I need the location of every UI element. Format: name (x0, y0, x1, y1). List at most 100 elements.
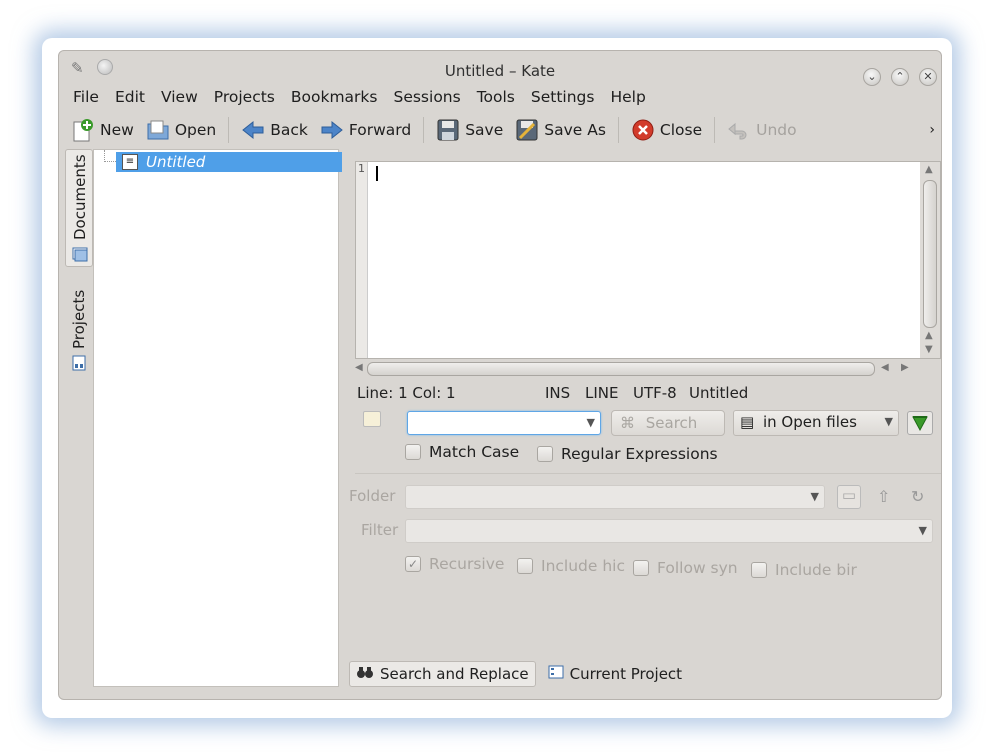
recursive-checkbox[interactable]: ✓ Recursive (405, 555, 504, 573)
new-document-icon (71, 118, 95, 142)
close-window-icon[interactable]: ✕ (919, 68, 937, 86)
documents-icon (72, 246, 88, 262)
menu-bookmarks[interactable]: Bookmarks (283, 83, 386, 111)
cursor-position[interactable]: Line: 1 Col: 1 (357, 381, 456, 405)
include-binary-checkbox[interactable]: Include bir (751, 561, 857, 579)
expand-options-button[interactable] (907, 411, 933, 435)
divider (355, 473, 941, 474)
save-as-icon (515, 118, 539, 142)
scroll-right-icon[interactable]: ▶ (901, 362, 909, 373)
chevron-down-icon[interactable]: ▼ (919, 520, 927, 542)
folder-up-icon[interactable]: ⇧ (877, 487, 890, 506)
toolbar-separator (714, 117, 716, 143)
folder-label: Folder (349, 487, 396, 505)
new-button[interactable]: New (65, 114, 140, 146)
file-name: Untitled (689, 384, 749, 402)
vertical-scrollbar[interactable]: ▲ ▲ ▼ (920, 162, 940, 358)
text-file-icon: ≡ (122, 154, 138, 170)
menu-edit[interactable]: Edit (107, 83, 153, 111)
menu-bar: File Edit View Projects Bookmarks Sessio… (65, 83, 654, 111)
editor-view[interactable]: 1 ▲ ▲ ▼ (355, 161, 941, 359)
folder-icon: ▭ (841, 486, 857, 504)
menu-help[interactable]: Help (602, 83, 653, 111)
chevron-down-icon[interactable]: ▼ (885, 411, 893, 433)
text-cursor (376, 166, 378, 181)
scroll-up-small-icon[interactable]: ▲ (925, 330, 933, 341)
line-number: 1 (358, 162, 365, 175)
filter-label: Filter (361, 521, 399, 539)
menu-settings[interactable]: Settings (523, 83, 603, 111)
green-arrow-down-icon (912, 416, 928, 432)
browse-folder-button[interactable]: ▭ (837, 485, 861, 509)
binoculars-icon: ⌘ (620, 414, 635, 432)
horizontal-scroll-thumb[interactable] (367, 362, 875, 376)
document-list-panel: ≡ Untitled (93, 149, 342, 687)
window-title: Untitled – Kate (444, 62, 556, 80)
toolbar-overflow-button[interactable]: › (923, 114, 937, 146)
menu-projects[interactable]: Projects (206, 83, 283, 111)
folder-input[interactable]: ▼ (405, 485, 825, 509)
new-search-tab-icon[interactable] (363, 411, 381, 427)
include-hidden-checkbox[interactable]: Include hic (517, 557, 625, 575)
forward-arrow-icon (320, 118, 344, 142)
search-input[interactable]: ▼ (407, 411, 601, 435)
chevron-down-icon[interactable]: ▼ (587, 412, 595, 434)
open-button[interactable]: Open (140, 114, 222, 146)
toolbar-separator (617, 117, 619, 143)
save-disk-icon (436, 118, 460, 142)
back-arrow-icon (241, 118, 265, 142)
save-as-button[interactable]: Save As (509, 114, 612, 146)
main-toolbar: New Open Back Forward Save Save As Close… (65, 113, 937, 147)
line-number-gutter: 1 (356, 162, 368, 358)
tab-search-and-replace[interactable]: Search and Replace (349, 661, 536, 687)
menu-sessions[interactable]: Sessions (385, 83, 468, 111)
projects-icon (71, 355, 87, 371)
toolbar-separator (228, 117, 230, 143)
title-bar[interactable]: ✎ Untitled – Kate ⌄ ⌃ ✕ (59, 51, 941, 86)
sidebar-tab-strip: Documents Projects (65, 149, 95, 379)
forward-button[interactable]: Forward (314, 114, 417, 146)
document-item[interactable]: ≡ Untitled (116, 152, 342, 172)
regex-checkbox[interactable]: Regular Expressions (537, 445, 718, 463)
menu-tools[interactable]: Tools (469, 83, 523, 111)
back-button[interactable]: Back (235, 114, 314, 146)
close-document-icon (631, 118, 655, 142)
filter-input[interactable]: ▼ (405, 519, 933, 543)
horizontal-scrollbar[interactable]: ◀ ◀ ▶ (355, 359, 941, 379)
menu-view[interactable]: View (153, 83, 206, 111)
scroll-down-icon[interactable]: ▼ (925, 344, 933, 355)
scroll-left-small-icon[interactable]: ◀ (881, 362, 889, 373)
scroll-left-icon[interactable]: ◀ (355, 362, 363, 373)
search-replace-panel: ▼ ⌘ Search ▤ in Open files ▼ Match Case … (349, 407, 941, 647)
current-folder-icon[interactable]: ↻ (911, 487, 924, 506)
menu-file[interactable]: File (65, 83, 107, 111)
follow-symlinks-checkbox[interactable]: Follow syn (633, 559, 738, 577)
selection-mode[interactable]: LINE (585, 381, 618, 405)
document-icon: ▤ (740, 413, 755, 431)
undo-icon (727, 118, 751, 142)
input-mode[interactable]: INS (545, 381, 570, 405)
tab-current-project[interactable]: Current Project (542, 661, 688, 687)
tree-branch (104, 150, 116, 162)
close-button[interactable]: Close (625, 114, 708, 146)
binoculars-icon (356, 665, 374, 683)
maximize-icon[interactable]: ⌃ (891, 68, 909, 86)
project-list-icon (548, 664, 564, 684)
scroll-up-icon[interactable]: ▲ (925, 164, 933, 175)
minimize-icon[interactable]: ⌄ (863, 68, 881, 86)
match-case-checkbox[interactable]: Match Case (405, 443, 519, 461)
search-button[interactable]: ⌘ Search (611, 410, 725, 436)
save-button[interactable]: Save (430, 114, 509, 146)
open-folder-icon (146, 118, 170, 142)
chevron-down-icon[interactable]: ▼ (811, 486, 819, 508)
encoding[interactable]: UTF-8 (633, 381, 677, 405)
editor-statusbar: Line: 1 Col: 1 INS LINE UTF-8 Untitled (357, 381, 937, 405)
tab-projects[interactable]: Projects (65, 273, 93, 375)
undo-button[interactable]: Undo (721, 114, 803, 146)
toolbar-separator (423, 117, 425, 143)
search-scope-select[interactable]: ▤ in Open files ▼ (733, 410, 899, 436)
bottom-toolview-tabs: Search and Replace Current Project (349, 661, 694, 687)
tab-documents[interactable]: Documents (65, 149, 93, 267)
vertical-scroll-thumb[interactable] (923, 180, 937, 328)
kate-window: ✎ Untitled – Kate ⌄ ⌃ ✕ File Edit View P… (58, 50, 942, 700)
